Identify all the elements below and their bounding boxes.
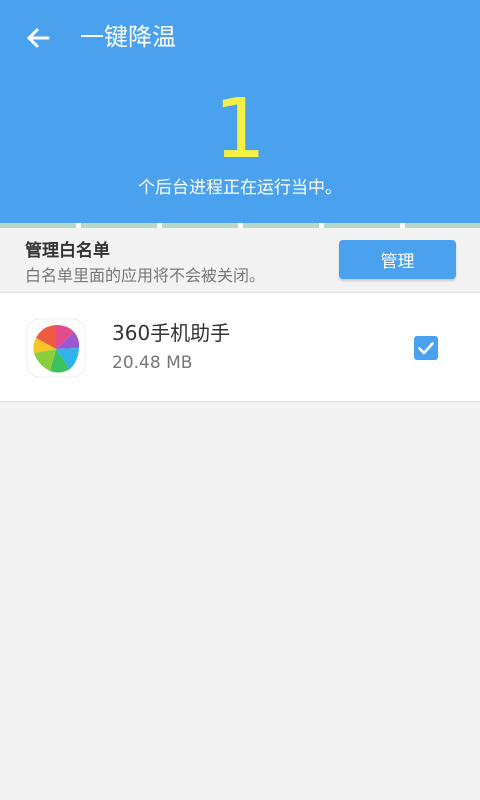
whitelist-title: 管理白名单 (25, 241, 110, 261)
360-assistant-app-icon (26, 318, 86, 378)
header: 一键降温 1 个后台进程正在运行当中。 (0, 0, 480, 223)
page-title: 一键降温 (80, 23, 176, 51)
process-list-item[interactable]: 360手机助手 20.48 MB (0, 292, 480, 402)
app-size: 20.48 MB (112, 353, 193, 373)
app-name: 360手机助手 (112, 321, 231, 345)
checkbox-checked-icon[interactable] (414, 336, 438, 360)
manage-whitelist-button[interactable]: 管理 (339, 240, 456, 279)
header-divider-stripe (0, 223, 480, 228)
process-count: 1 (213, 82, 267, 177)
back-arrow-icon[interactable] (22, 22, 54, 54)
process-count-caption: 个后台进程正在运行当中。 (138, 178, 342, 198)
whitelist-description: 白名单里面的应用将不会被关闭。 (25, 266, 266, 285)
